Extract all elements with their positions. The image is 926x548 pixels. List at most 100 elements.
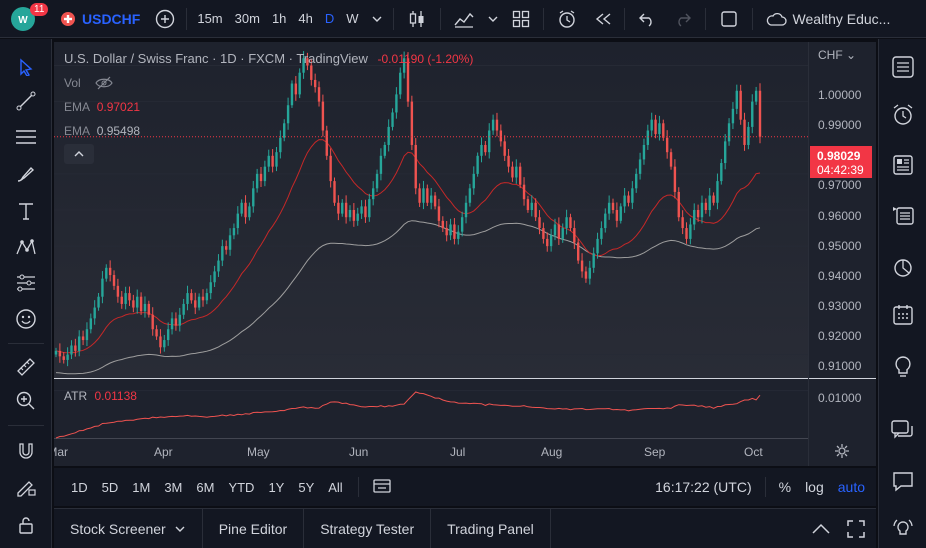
chart-pane[interactable]: CHF ⌄ 1.00000 0.99000 0.97000 0.96000 0.… [54, 42, 876, 466]
range-5y[interactable]: 5Y [291, 480, 321, 495]
candle-body [252, 188, 255, 207]
timeframe-15m[interactable]: 15m [191, 0, 228, 38]
hints-button[interactable] [887, 351, 919, 383]
news-button[interactable] [887, 149, 919, 181]
price-axis-label-7: 0.92000 [818, 329, 862, 343]
tab-strategy-tester[interactable]: Strategy Tester [304, 508, 432, 548]
candle-body [526, 199, 530, 210]
atr-legend[interactable]: ATR 0.01138 [64, 389, 137, 403]
ema-fast-legend[interactable]: EMA 0.97021 [64, 100, 140, 114]
candle-body [561, 228, 564, 239]
symbol-label: USDCHF [82, 10, 141, 27]
watchlist-button[interactable] [887, 51, 919, 83]
log-scale-toggle[interactable]: log [798, 479, 831, 495]
alarm-clock-icon [893, 104, 913, 125]
lock-drawings-tool[interactable] [10, 509, 42, 541]
range-all[interactable]: All [321, 480, 349, 495]
account-name: Wealthy Educ... [792, 10, 891, 27]
range-ytd[interactable]: YTD [221, 480, 261, 495]
range-5d[interactable]: 5D [95, 480, 126, 495]
price-chart[interactable] [54, 42, 876, 466]
ema-slow-legend[interactable]: EMA 0.95498 [64, 124, 140, 138]
range-1y[interactable]: 1Y [261, 480, 291, 495]
timeframe-w[interactable]: W [340, 0, 364, 38]
layout-button[interactable] [503, 0, 539, 38]
alerts-button[interactable] [887, 99, 919, 131]
layout-name-button[interactable]: Wealthy Educ... [757, 0, 899, 38]
ideas-stream-button[interactable] [887, 199, 919, 231]
candle-body [530, 202, 533, 210]
indicators-button[interactable] [445, 0, 483, 38]
emoji-tool[interactable] [10, 303, 42, 335]
timeframe-d[interactable]: D [319, 0, 340, 38]
timeframe-dropdown[interactable] [365, 0, 389, 38]
candle-body [310, 65, 313, 80]
percent-scale-toggle[interactable]: % [772, 479, 798, 495]
chart-type-button[interactable] [398, 0, 436, 38]
goto-date-button[interactable] [367, 478, 397, 497]
trendline-tool[interactable] [10, 85, 42, 117]
candle-body [232, 228, 236, 236]
candle-body [433, 195, 437, 207]
candle-body [704, 202, 708, 210]
volume-legend[interactable]: Vol [64, 76, 113, 90]
fib-tool[interactable] [10, 121, 42, 153]
zoom-tool[interactable] [10, 385, 42, 417]
chart-settings-button[interactable] [834, 443, 850, 462]
tab-pine-editor[interactable]: Pine Editor [203, 508, 305, 548]
symbol-search-button[interactable]: USDCHF [46, 0, 148, 38]
stay-in-drawing-tool[interactable] [10, 471, 42, 503]
candle-body [538, 217, 541, 229]
range-3m[interactable]: 3M [157, 480, 189, 495]
cursor-tool[interactable] [10, 51, 42, 83]
chart-title[interactable]: U.S. Dollar / Swiss Franc · 1D · FXCM · … [64, 51, 368, 66]
auto-scale-toggle[interactable]: auto [831, 479, 872, 495]
timeframe-1h[interactable]: 1h [266, 0, 292, 38]
range-1m[interactable]: 1M [125, 480, 157, 495]
pattern-tool[interactable] [10, 231, 42, 263]
help-button[interactable] [887, 513, 919, 545]
candle-body [263, 166, 267, 182]
logo-button[interactable]: W 11 [0, 0, 49, 38]
redo-button[interactable] [665, 0, 701, 38]
comments-button[interactable] [887, 465, 919, 497]
maximize-panel-button[interactable] [836, 519, 876, 538]
currency-label[interactable]: CHF ⌄ [818, 48, 856, 62]
timeframe-30m[interactable]: 30m [229, 0, 266, 38]
forecast-icon [17, 274, 35, 292]
text-tool[interactable] [10, 195, 42, 227]
candle-body [66, 354, 69, 360]
prediction-tool[interactable] [10, 267, 42, 299]
candle-body [596, 238, 599, 254]
tab-trading-panel[interactable]: Trading Panel [431, 508, 551, 548]
candle-body [190, 293, 193, 301]
expand-panel-button[interactable] [806, 523, 836, 535]
candle-body [619, 206, 622, 221]
timeframe-4h[interactable]: 4h [292, 0, 318, 38]
text-icon [19, 203, 33, 220]
tab-stock-screener[interactable]: Stock Screener [54, 508, 203, 548]
indicators-dropdown[interactable] [483, 0, 503, 38]
collapse-legend-button[interactable] [64, 144, 94, 164]
data-window-button[interactable] [887, 251, 919, 283]
measure-tool[interactable] [10, 351, 42, 383]
chevron-up-icon [812, 523, 830, 534]
candle-body [248, 206, 251, 218]
fullscreen-button[interactable] [710, 0, 748, 38]
candle-body [518, 166, 522, 185]
candle-body [205, 293, 209, 301]
alert-button[interactable] [548, 0, 586, 38]
brush-tool[interactable] [10, 159, 42, 191]
candle-body [58, 350, 62, 357]
range-1d[interactable]: 1D [64, 480, 95, 495]
replay-button[interactable] [586, 0, 620, 38]
undo-button[interactable] [629, 0, 665, 38]
newspaper-icon [893, 155, 913, 175]
compare-button[interactable] [148, 0, 182, 38]
magnet-tool[interactable] [10, 435, 42, 467]
range-6m[interactable]: 6M [189, 480, 221, 495]
candle-body [476, 155, 479, 174]
chats-button[interactable] [887, 415, 919, 447]
calendar-button[interactable] [887, 299, 919, 331]
clock[interactable]: 16:17:22 (UTC) [648, 479, 758, 495]
